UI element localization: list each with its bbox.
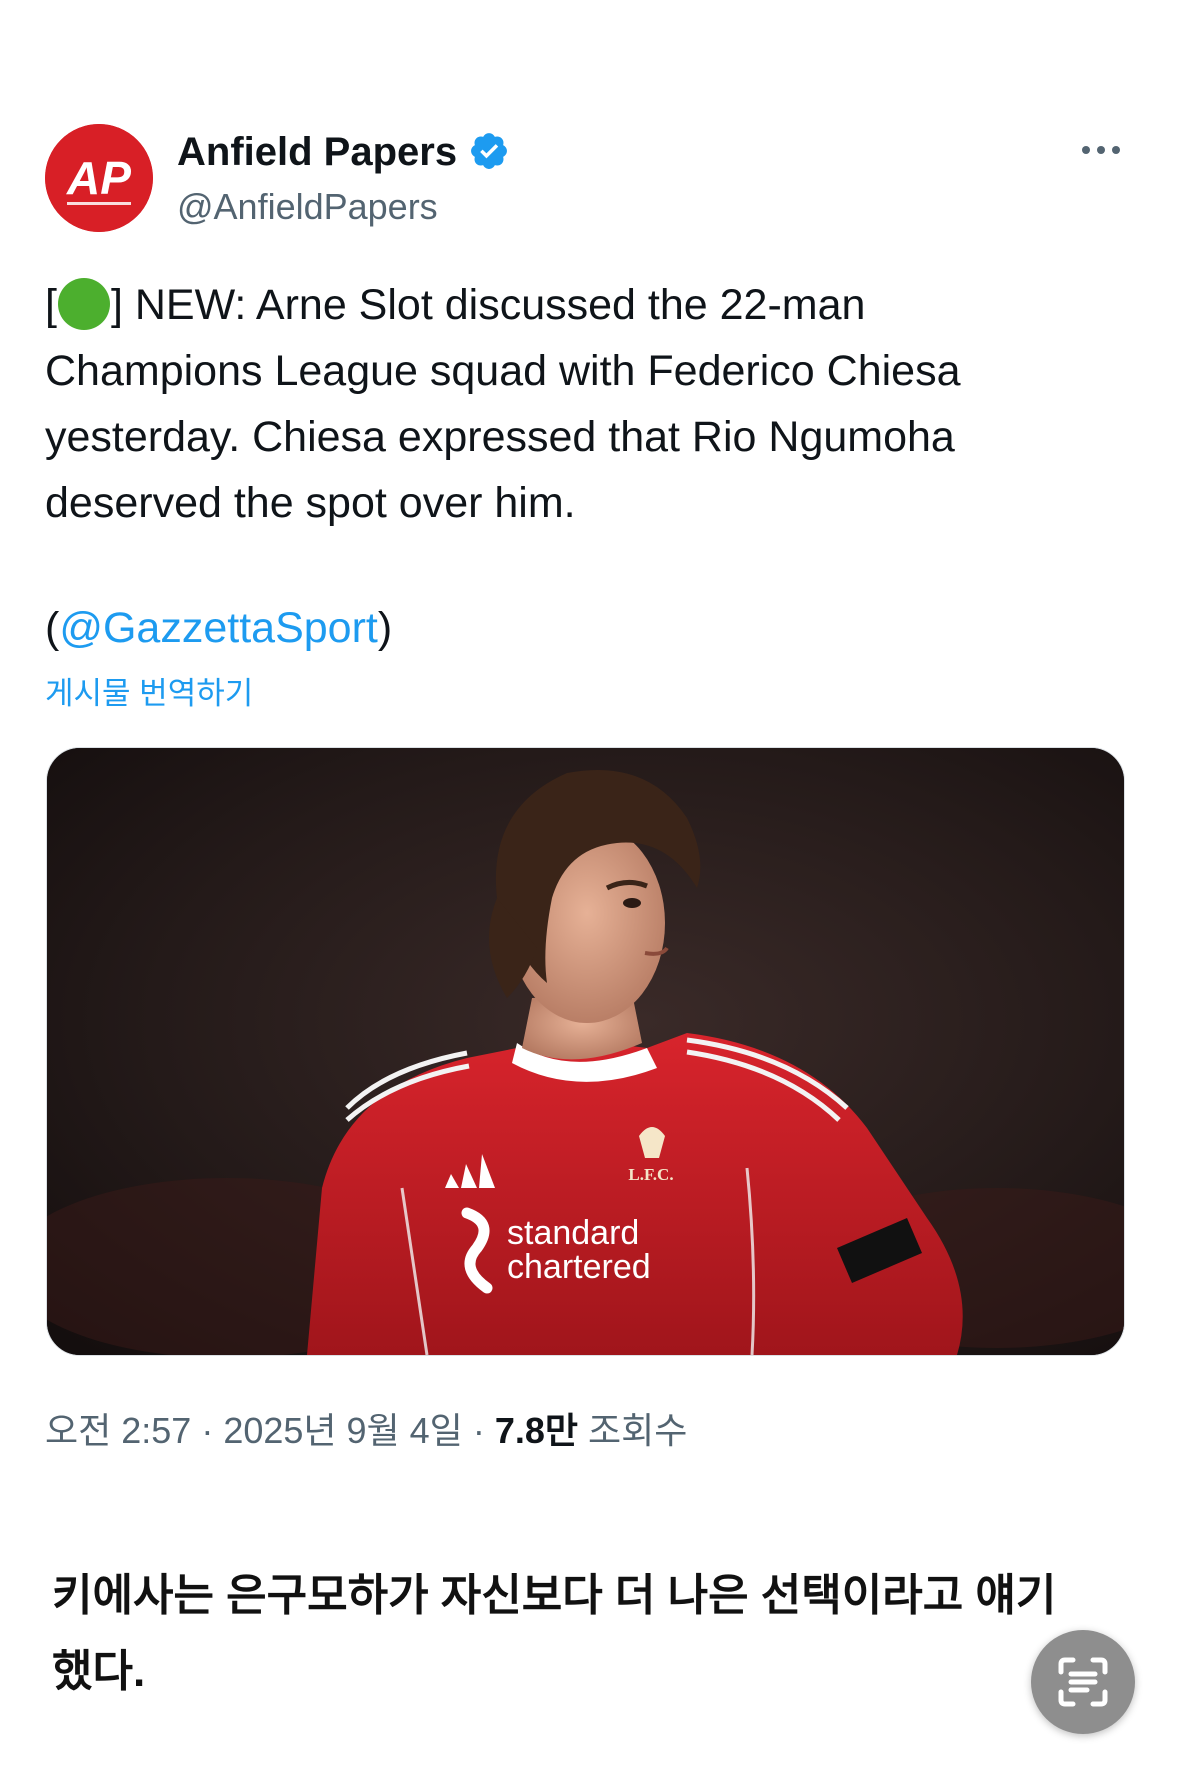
more-horizontal-icon (1082, 146, 1120, 154)
source-open-paren: ( (45, 604, 60, 652)
tweet-source: (@GazzettaSport) (45, 600, 392, 656)
tweet-text: [ ] NEW: Arne Slot discussed the 22-man C… (45, 272, 1135, 536)
tweet-text-line-1-rest: ] NEW: Arne Slot discussed the 22-man (110, 281, 866, 329)
tweet-text-line-4: deserved the spot over him. (45, 479, 576, 527)
views-count: 7.8만 (494, 1410, 578, 1451)
author-display-name[interactable]: Anfield Papers (177, 128, 457, 176)
caption-line-1: 키에사는 은구모하가 자신보다 더 나은 선택이라고 얘기 (52, 1571, 1057, 1620)
text-scan-button[interactable] (1031, 1630, 1135, 1734)
crest-text: L.F.C. (628, 1165, 673, 1184)
anfield-papers-logo: AP (45, 124, 153, 232)
green-circle-emoji-icon (57, 278, 110, 330)
author-handle[interactable]: @AnfieldPapers (177, 185, 438, 229)
source-close-paren: ) (377, 604, 393, 652)
tweet-text-line-1: [ ] NEW: Arne Slot discussed the 22-man (45, 272, 1135, 338)
meta-separator: · (462, 1410, 495, 1451)
verified-badge-icon (468, 130, 510, 172)
tweet-media-photo[interactable]: L.F.C. standard chartered (46, 747, 1125, 1356)
sponsor-line-2: chartered (507, 1248, 651, 1286)
tweet-text-line-3: yesterday. Chiesa expressed that Rio Ngu… (45, 413, 955, 461)
translate-post-link[interactable]: 게시물 번역하기 (45, 674, 253, 714)
caption-line-2: 했다. (52, 1647, 146, 1696)
tweet-text-line-2: Champions League squad with Federico Chi… (45, 347, 961, 395)
player-photo: L.F.C. standard chartered (47, 748, 1124, 1355)
views-label: 조회수 (588, 1410, 688, 1451)
tweet-meta: 오전 2:57 · 2025년 9월 4일 · 7.8만 조회수 (45, 1408, 687, 1454)
sponsor-line-1: standard (507, 1214, 639, 1252)
more-options-button[interactable] (1075, 130, 1127, 170)
meta-separator: · (191, 1410, 224, 1451)
avatar-logo-text: AP (66, 152, 131, 204)
text-scan-icon (1058, 1657, 1108, 1707)
tweet-text-bracket: [ (45, 281, 57, 329)
tweet-time[interactable]: 오전 2:57 (45, 1410, 191, 1451)
source-mention-link[interactable]: @GazzettaSport (59, 604, 378, 652)
tweet-date[interactable]: 2025년 9월 4일 (223, 1410, 463, 1451)
author-avatar[interactable]: AP (45, 124, 153, 232)
caption-text: 키에사는 은구모하가 자신보다 더 나은 선택이라고 얘기 했다. (52, 1558, 1112, 1710)
